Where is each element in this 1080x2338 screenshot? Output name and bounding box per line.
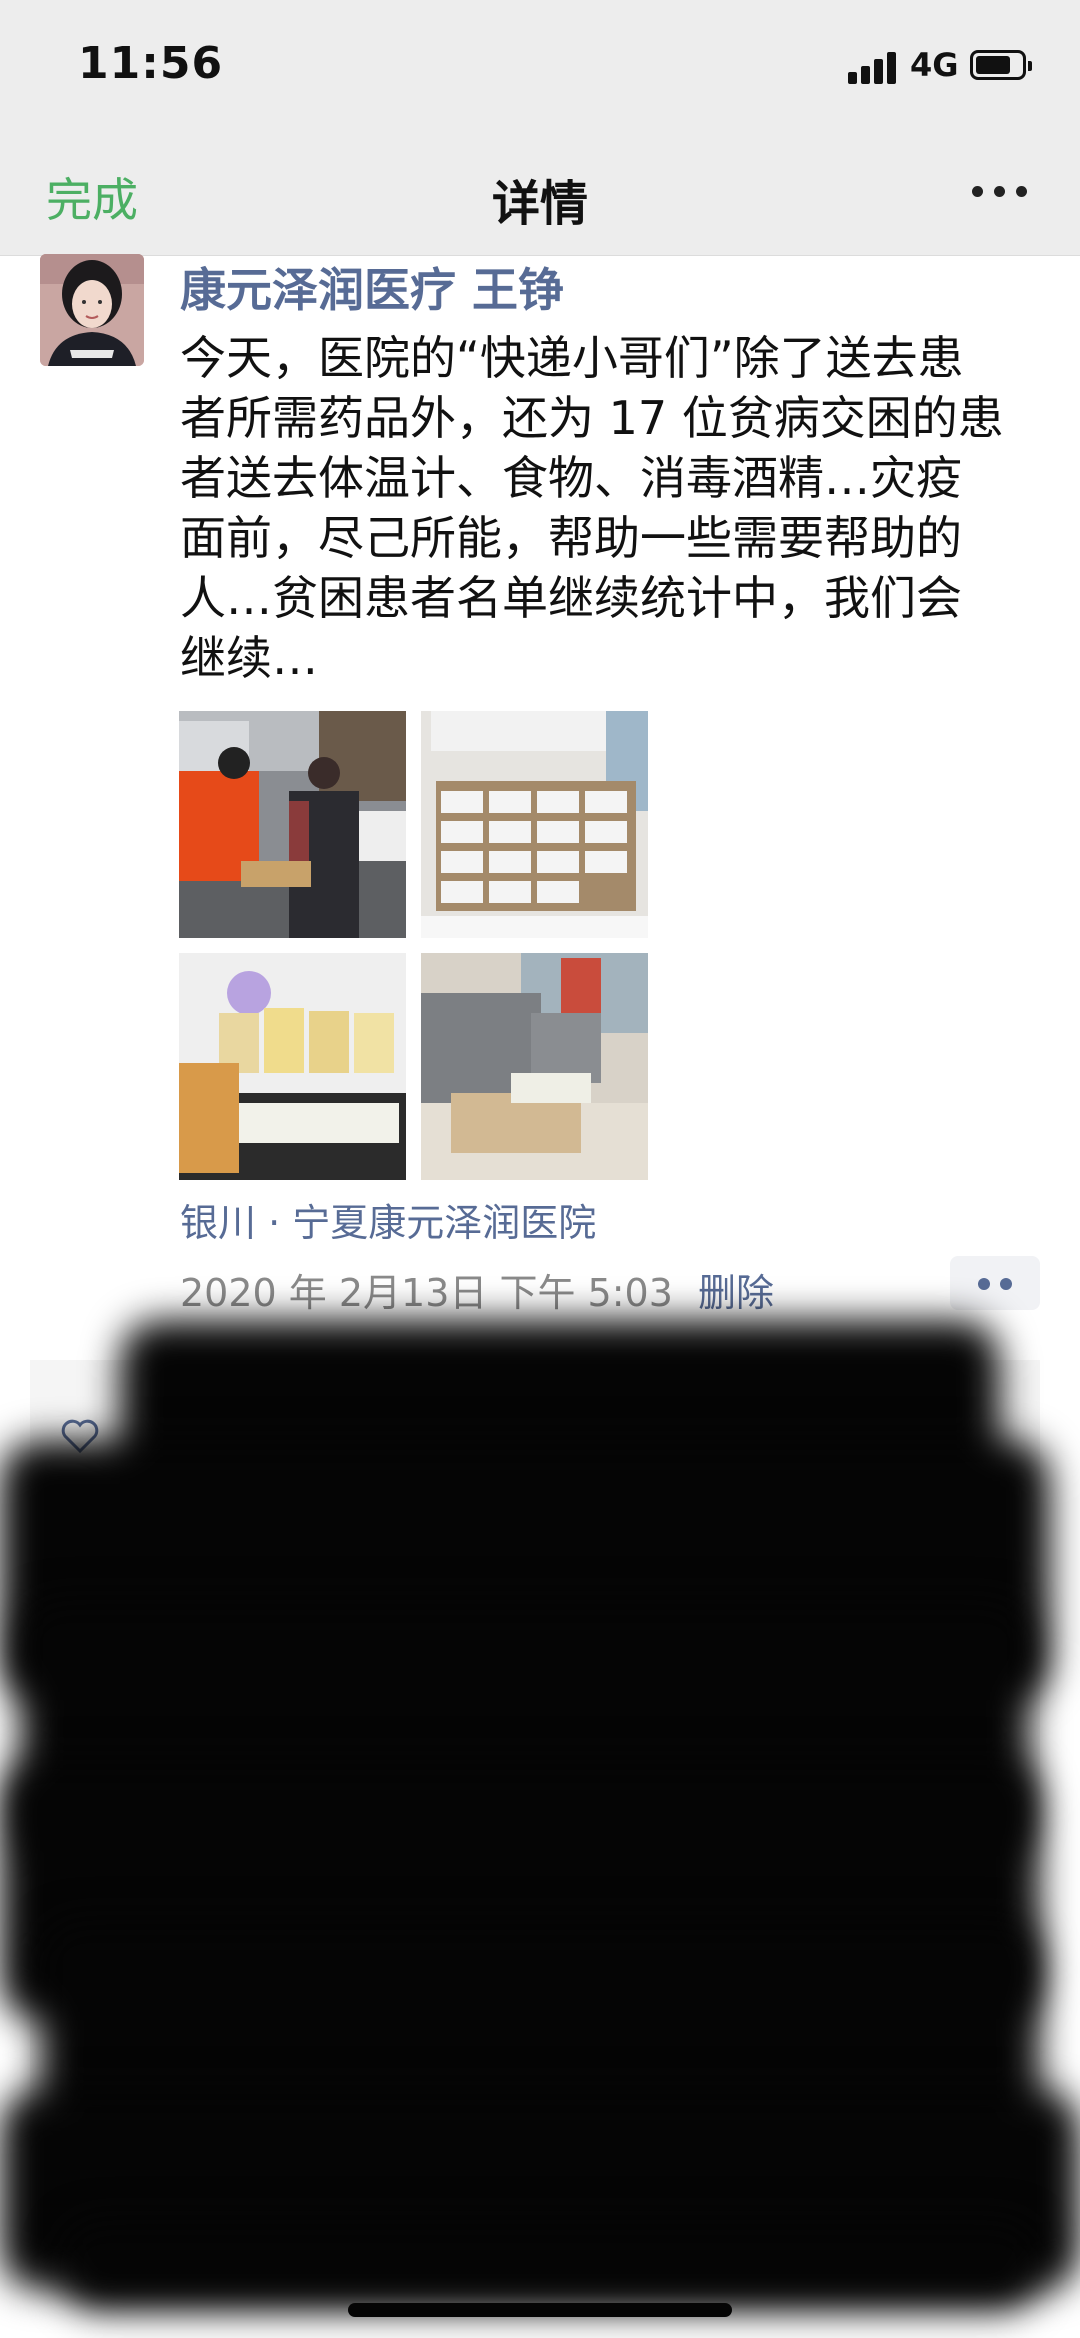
- post-photo-food[interactable]: [179, 953, 406, 1180]
- network-type: 4G: [910, 46, 959, 84]
- post-text-line: 者送去体温计、食物、消毒酒精…灾疫: [180, 451, 962, 505]
- author-name[interactable]: 康元泽润医疗 王铮: [180, 254, 564, 320]
- page-title: 详情: [491, 176, 588, 232]
- post-text-line: 继续…: [180, 631, 318, 685]
- post-text-line: 人…贫困患者名单继续统计中，我们会: [180, 571, 962, 625]
- home-indicator[interactable]: [348, 2303, 732, 2317]
- signal-icon: [848, 52, 900, 84]
- post-timestamp: 2020 年 2月13日 下午 5:03: [180, 1271, 673, 1315]
- comment-more-button[interactable]: [950, 1256, 1040, 1310]
- post-text: 今天，医院的“快递小哥们”除了送去患 者所需药品外，还为 17 位贫病交困的患 …: [180, 328, 1040, 688]
- status-time: 11:56: [78, 38, 224, 89]
- post-text-line: 今天，医院的“快递小哥们”除了送去患: [180, 331, 964, 385]
- post-text-line: 面前，尽己所能，帮助一些需要帮助的: [180, 511, 962, 565]
- status-bar: 11:56 4G: [0, 0, 1080, 140]
- navigation-bar: 完成 详情: [0, 140, 1080, 256]
- post-photo-sofa[interactable]: [421, 953, 648, 1180]
- post-photo-boxes[interactable]: [421, 711, 648, 938]
- post-photo-delivery[interactable]: [179, 711, 406, 938]
- post-location[interactable]: 银川 · 宁夏康元泽润医院: [180, 1192, 596, 1247]
- avatar[interactable]: [40, 254, 144, 366]
- delete-link[interactable]: 删除: [698, 1262, 774, 1317]
- battery-icon: [970, 50, 1032, 80]
- more-dots-icon[interactable]: [972, 186, 1028, 198]
- post-text-line: 者所需药品外，还为 17 位贫病交困的患: [180, 391, 1004, 445]
